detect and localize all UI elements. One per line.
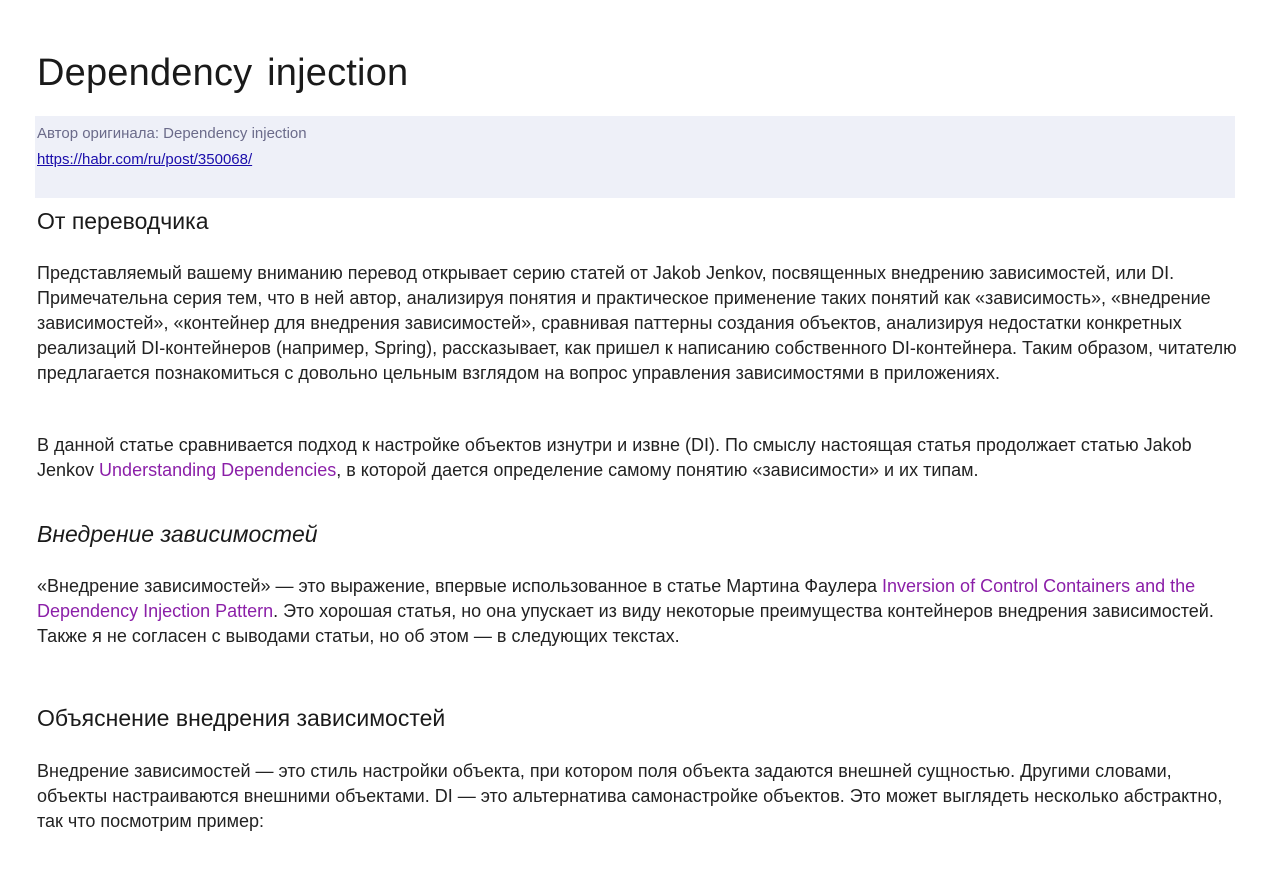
paragraph-di-explanation: Внедрение зависимостей — это стиль настр… — [37, 761, 1223, 831]
paragraph-text: «Внедрение зависимостей» — это выражение… — [37, 576, 883, 596]
paragraph-fowler-reference: «Внедрение зависимостей» — это выражение… — [37, 574, 1242, 649]
original-author-label: Автор оригинала: Dependency injection — [37, 125, 307, 142]
source-url-link[interactable]: https://habr.com/ru/post/350068/ — [37, 151, 252, 168]
heading-di-explanation: Объяснение внедрения зависимостей — [37, 705, 446, 731]
paragraph-text: , в которой дается определение самому по… — [336, 460, 979, 480]
article-page: Dependency injection Автор оригинала: De… — [0, 0, 1272, 888]
heading-translator-note: От переводчика — [37, 208, 209, 234]
heading-dependency-injection: Внедрение зависимостей — [37, 521, 318, 547]
paragraph-translator-intro: Представляемый вашему вниманию перевод о… — [37, 263, 1237, 383]
paragraph-article-context: В данной статье сравнивается подход к на… — [37, 433, 1242, 483]
page-title: Dependency injection — [37, 52, 409, 94]
understanding-dependencies-link[interactable]: Understanding Dependencies — [99, 460, 336, 480]
original-source-box: Автор оригинала: Dependency injection ht… — [35, 116, 1235, 198]
